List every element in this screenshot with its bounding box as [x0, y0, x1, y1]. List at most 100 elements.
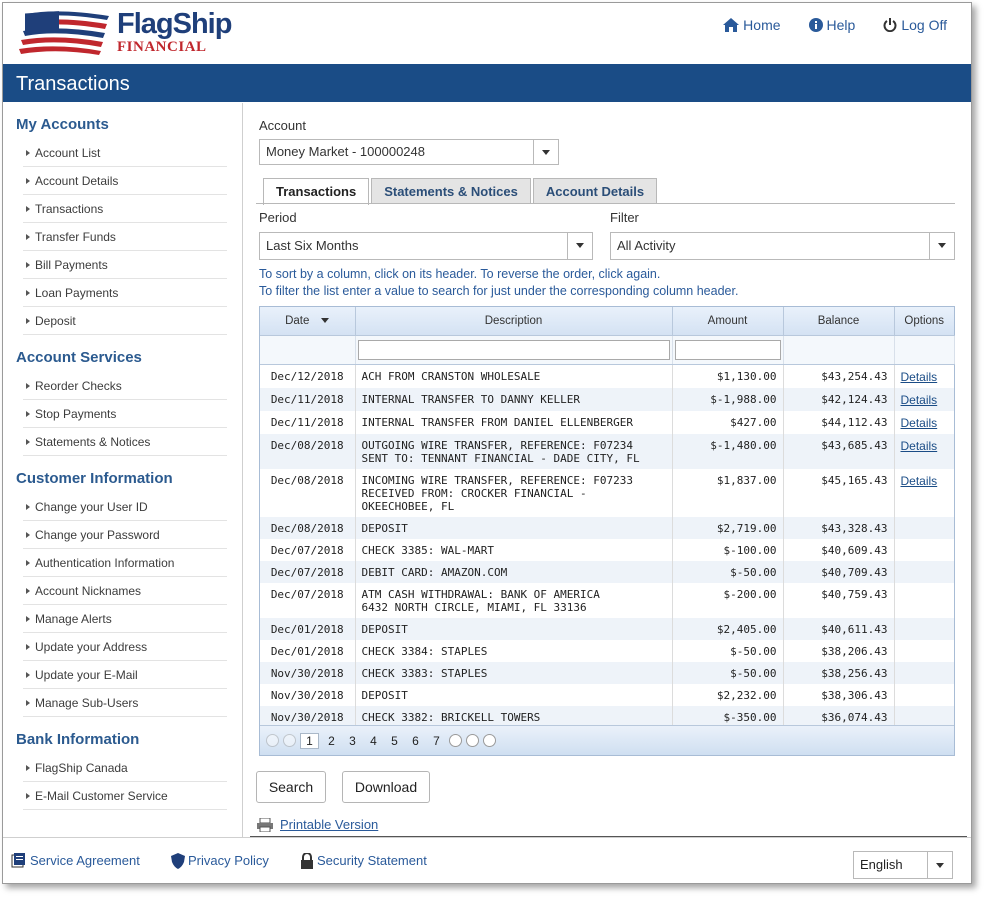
details-link[interactable]: Details: [901, 474, 938, 488]
sidebar-item-account-list[interactable]: Account List: [23, 139, 227, 167]
sidebar-item-account-details[interactable]: Account Details: [23, 167, 227, 195]
cell-options: Details: [894, 469, 954, 517]
download-button[interactable]: Download: [342, 771, 430, 803]
sidebar-item-label: Authentication Information: [35, 556, 175, 570]
page-4[interactable]: 4: [365, 734, 382, 748]
sidebar-item-flagship-canada[interactable]: FlagShip Canada: [23, 754, 227, 782]
sidebar-item-reorder-checks[interactable]: Reorder Checks: [23, 372, 227, 400]
bullet-arrow-icon: [26, 504, 30, 510]
sidebar-item-transactions[interactable]: Transactions: [23, 195, 227, 223]
sidebar-item-update-address[interactable]: Update your Address: [23, 633, 227, 661]
transactions-table: Date Description Amount Balance Options: [260, 307, 955, 728]
tab-transactions[interactable]: Transactions: [263, 178, 370, 205]
document-icon: [11, 853, 25, 868]
first-page-icon[interactable]: [266, 734, 279, 747]
column-header-description[interactable]: Description: [355, 307, 673, 336]
cell-options: [894, 684, 954, 706]
cell-amount: $-100.00: [672, 539, 784, 561]
sidebar-item-authentication-information[interactable]: Authentication Information: [23, 549, 227, 577]
filter-cell-options: [894, 335, 955, 365]
home-icon: [723, 18, 740, 32]
cell-amount: $1,837.00: [672, 469, 784, 517]
app-window: FlagShip FINANCIAL Home Help Log Off Tra…: [2, 2, 972, 884]
previous-page-icon[interactable]: [283, 734, 296, 747]
sidebar-item-manage-sub-users[interactable]: Manage Sub-Users: [23, 689, 227, 717]
page-3[interactable]: 3: [344, 734, 361, 748]
sidebar-item-label: Account Nicknames: [35, 584, 142, 598]
log-off-link[interactable]: Log Off: [883, 17, 947, 33]
sidebar-item-change-password[interactable]: Change your Password: [23, 521, 227, 549]
page-1[interactable]: 1: [300, 732, 319, 749]
bullet-arrow-icon: [26, 439, 30, 445]
help-link[interactable]: Help: [808, 17, 855, 33]
description-filter-input[interactable]: [357, 340, 670, 360]
column-header-balance[interactable]: Balance: [783, 307, 895, 336]
cell-options: [894, 561, 954, 583]
table-row: Nov/30/2018 DEPOSIT $2,232.00 $38,306.43: [260, 684, 954, 706]
info-icon: [808, 18, 823, 32]
details-link[interactable]: Details: [901, 370, 938, 384]
sidebar-item-loan-payments[interactable]: Loan Payments: [23, 279, 227, 307]
privacy-policy-link[interactable]: Privacy Policy: [171, 853, 269, 869]
sidebar-item-label: Update your Address: [35, 640, 148, 654]
cell-amount: $2,719.00: [672, 517, 784, 539]
cell-options: Details: [894, 434, 954, 469]
sidebar-item-label: Change your Password: [35, 528, 160, 542]
page-7[interactable]: 7: [428, 734, 445, 748]
details-link[interactable]: Details: [901, 416, 938, 430]
next-page-icon[interactable]: [449, 734, 462, 747]
filter-cell-amount: [672, 335, 784, 365]
sidebar-item-account-nicknames[interactable]: Account Nicknames: [23, 577, 227, 605]
cell-date: Dec/01/2018: [260, 640, 356, 662]
page-6[interactable]: 6: [407, 734, 424, 748]
cell-amount: $2,232.00: [672, 684, 784, 706]
amount-filter-input[interactable]: [674, 340, 781, 360]
chevron-down-icon[interactable]: [929, 233, 954, 259]
chevron-down-icon[interactable]: [927, 852, 952, 878]
tab-statements-notices[interactable]: Statements & Notices: [371, 178, 531, 203]
power-icon: [883, 18, 897, 32]
sidebar-item-manage-alerts[interactable]: Manage Alerts: [23, 605, 227, 633]
sidebar-item-bill-payments[interactable]: Bill Payments: [23, 251, 227, 279]
bullet-arrow-icon: [26, 206, 30, 212]
sidebar-item-statements-notices[interactable]: Statements & Notices: [23, 428, 227, 456]
filter-select[interactable]: All Activity: [610, 232, 955, 260]
sidebar-section-title: Customer Information: [16, 470, 173, 487]
flagship-logo[interactable]: FlagShip FINANCIAL: [17, 6, 232, 58]
details-link[interactable]: Details: [901, 439, 938, 453]
table-row: Dec/07/2018 CHECK 3385: WAL-MART $-100.00 $…: [260, 539, 954, 561]
stop-icon[interactable]: [483, 734, 496, 747]
home-link-label: Home: [743, 17, 781, 33]
cell-description: DEBIT CARD: AMAZON.COM: [355, 561, 673, 583]
security-statement-link[interactable]: Security Statement: [300, 853, 427, 869]
sort-descending-icon: [321, 318, 330, 324]
sidebar-item-update-email[interactable]: Update your E-Mail: [23, 661, 227, 689]
column-header-date[interactable]: Date: [260, 307, 356, 336]
details-link[interactable]: Details: [901, 393, 938, 407]
account-label: Account: [259, 118, 306, 133]
page-5[interactable]: 5: [386, 734, 403, 748]
cell-balance: $40,609.43: [783, 539, 895, 561]
search-button[interactable]: Search: [256, 771, 326, 803]
last-page-icon[interactable]: [466, 734, 479, 747]
period-select[interactable]: Last Six Months: [259, 232, 593, 260]
column-header-amount[interactable]: Amount: [672, 307, 784, 336]
language-select[interactable]: English: [853, 851, 953, 879]
chevron-down-icon[interactable]: [533, 140, 558, 164]
account-select[interactable]: Money Market - 100000248: [259, 139, 559, 165]
cell-amount: $-1,988.00: [672, 388, 784, 411]
chevron-down-icon[interactable]: [567, 233, 592, 259]
sidebar-item-transfer-funds[interactable]: Transfer Funds: [23, 223, 227, 251]
cell-amount: $427.00: [672, 411, 784, 434]
printable-version-link[interactable]: Printable Version: [280, 817, 378, 832]
sidebar-item-deposit[interactable]: Deposit: [23, 307, 227, 335]
home-link[interactable]: Home: [723, 17, 781, 33]
page-2[interactable]: 2: [323, 734, 340, 748]
service-agreement-link[interactable]: Service Agreement: [11, 853, 140, 869]
cell-date: Dec/07/2018: [260, 583, 356, 618]
tab-account-details[interactable]: Account Details: [532, 178, 658, 203]
sidebar-item-change-user-id[interactable]: Change your User ID: [23, 493, 227, 521]
sidebar-item-email-customer-service[interactable]: E-Mail Customer Service: [23, 782, 227, 810]
cell-description: CHECK 3383: STAPLES: [355, 662, 673, 684]
sidebar-item-stop-payments[interactable]: Stop Payments: [23, 400, 227, 428]
